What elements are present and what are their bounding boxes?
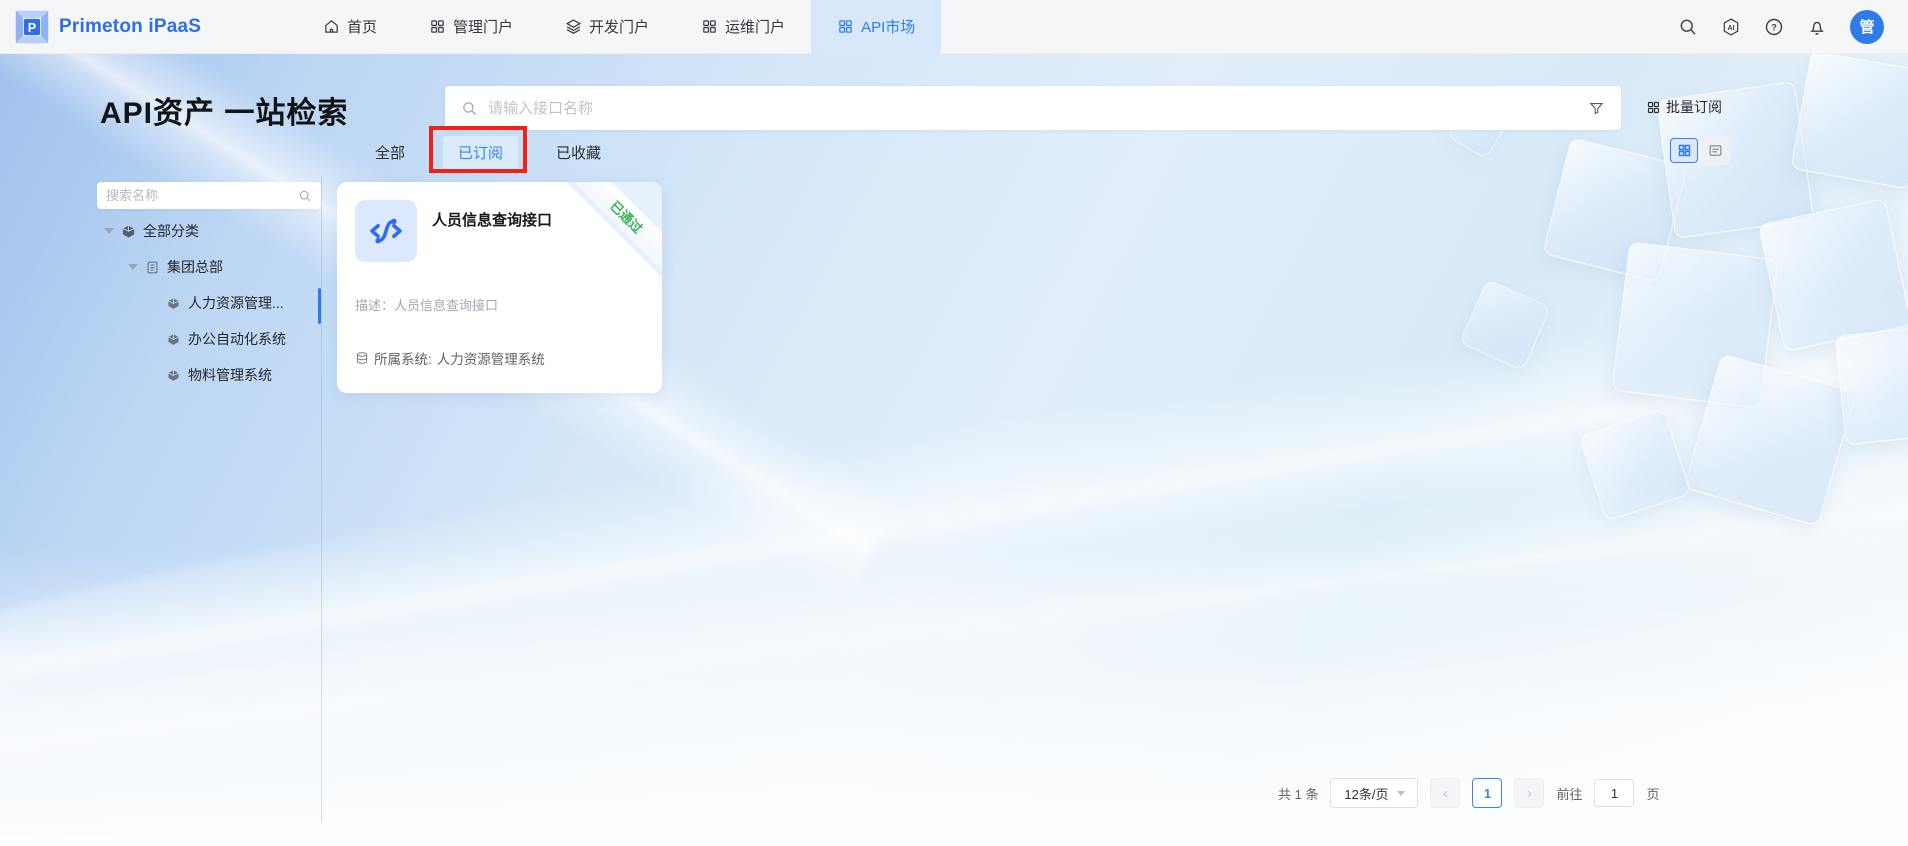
batch-subscribe-icon (1647, 101, 1660, 113)
svg-text:AI: AI (1727, 23, 1734, 31)
database-icon (356, 352, 368, 364)
search-icon[interactable] (1678, 17, 1698, 37)
document-icon (147, 261, 158, 273)
notifications-bell-icon[interactable] (1807, 17, 1827, 37)
tab-all[interactable]: 全部 (375, 142, 405, 163)
top-nav: P Primeton iPaaS 首页 管理门户 开发门户 运维门户 API市场… (0, 0, 1908, 54)
category-tree: 全部分类 集团总部 人力资源管理... 办公自动化系统 物料管理系统 (97, 213, 321, 393)
apps-icon (703, 20, 716, 33)
apps-icon (839, 20, 852, 33)
help-icon[interactable]: ? (1764, 17, 1784, 37)
page-size-select[interactable]: 12条/页 (1330, 778, 1419, 808)
tree-node-material-system[interactable]: 物料管理系统 (97, 357, 321, 393)
sidebar-divider (321, 176, 322, 822)
nav-item-admin-portal[interactable]: 管理门户 (403, 0, 539, 54)
tree-node-group-hq[interactable]: 集团总部 (97, 249, 321, 285)
goto-label: 前往 (1556, 786, 1583, 802)
nav-item-api-market[interactable]: API市场 (811, 0, 942, 54)
next-page-button[interactable]: › (1514, 778, 1545, 808)
search-icon (299, 190, 311, 201)
api-card-title: 人员信息查询接口 (432, 212, 553, 229)
category-search (97, 182, 321, 209)
cube-icon (168, 369, 179, 381)
layers-icon (565, 19, 582, 34)
user-avatar[interactable]: 管 (1850, 9, 1884, 44)
filter-tabs: 全部 已订阅 已收藏 (375, 135, 601, 169)
batch-subscribe-button[interactable]: 批量订阅 (1646, 97, 1722, 117)
api-card-system: 所属系统: 人力资源管理系统 (355, 348, 545, 368)
nav-item-dev-portal[interactable]: 开发门户 (539, 0, 675, 54)
svg-text:P: P (28, 20, 36, 34)
view-mode-toggle (1668, 136, 1731, 165)
nav-right-actions: AI ? 管 (1678, 9, 1908, 44)
caret-down-icon[interactable] (128, 264, 138, 270)
tree-node-all-categories[interactable]: 全部分类 (97, 213, 321, 249)
api-card[interactable]: 已通过 人员信息查询接口 描述：人员信息查询接口 所属系统: 人力资源管理系统 (337, 182, 662, 393)
nav-item-home[interactable]: 首页 (297, 0, 403, 54)
home-icon (325, 20, 338, 33)
api-icon-badge (355, 200, 417, 262)
tree-node-hr-system[interactable]: 人力资源管理... (97, 285, 321, 321)
grid-view-icon (1678, 144, 1690, 157)
pagination-total: 共 1 条 (1278, 786, 1319, 802)
brand-name: Primeton iPaaS (59, 15, 202, 37)
nav-menu: 首页 管理门户 开发门户 运维门户 API市场 (297, 0, 942, 54)
api-integration-icon (370, 218, 402, 244)
page-unit-label: 页 (1646, 786, 1660, 802)
list-view-button[interactable] (1701, 138, 1729, 163)
tab-subscribed[interactable]: 已订阅 (443, 135, 519, 169)
grid-view-button[interactable] (1670, 138, 1698, 163)
apps-icon (431, 20, 444, 33)
cube-icon (168, 333, 179, 345)
goto-page-input[interactable] (1594, 779, 1635, 807)
api-search-input[interactable] (488, 99, 1578, 117)
api-search-bar (445, 86, 1621, 130)
tab-favorites[interactable]: 已收藏 (556, 142, 601, 163)
nav-item-ops-portal[interactable]: 运维门户 (675, 0, 811, 54)
ai-assistant-icon[interactable]: AI (1721, 17, 1741, 37)
pagination: 共 1 条 12条/页 ‹ 1 › 前往 页 (1278, 778, 1660, 808)
filter-funnel-icon[interactable] (1588, 100, 1605, 117)
category-search-input[interactable] (106, 188, 298, 203)
chevron-down-icon (1396, 790, 1405, 796)
svg-text:?: ? (1771, 22, 1777, 32)
caret-down-icon[interactable] (104, 228, 114, 234)
list-view-icon (1709, 145, 1721, 156)
search-icon (463, 101, 476, 115)
cube-icon (168, 297, 179, 309)
prev-page-button[interactable]: ‹ (1430, 778, 1461, 808)
tree-node-oa-system[interactable]: 办公自动化系统 (97, 321, 321, 357)
brand[interactable]: P Primeton iPaaS (0, 9, 235, 45)
page-number-1[interactable]: 1 (1472, 778, 1503, 808)
brand-logo-icon: P (15, 10, 49, 43)
api-card-description: 描述：人员信息查询接口 (355, 298, 499, 313)
cube-icon (122, 225, 135, 237)
page-title: API资产 一站检索 (100, 97, 349, 130)
